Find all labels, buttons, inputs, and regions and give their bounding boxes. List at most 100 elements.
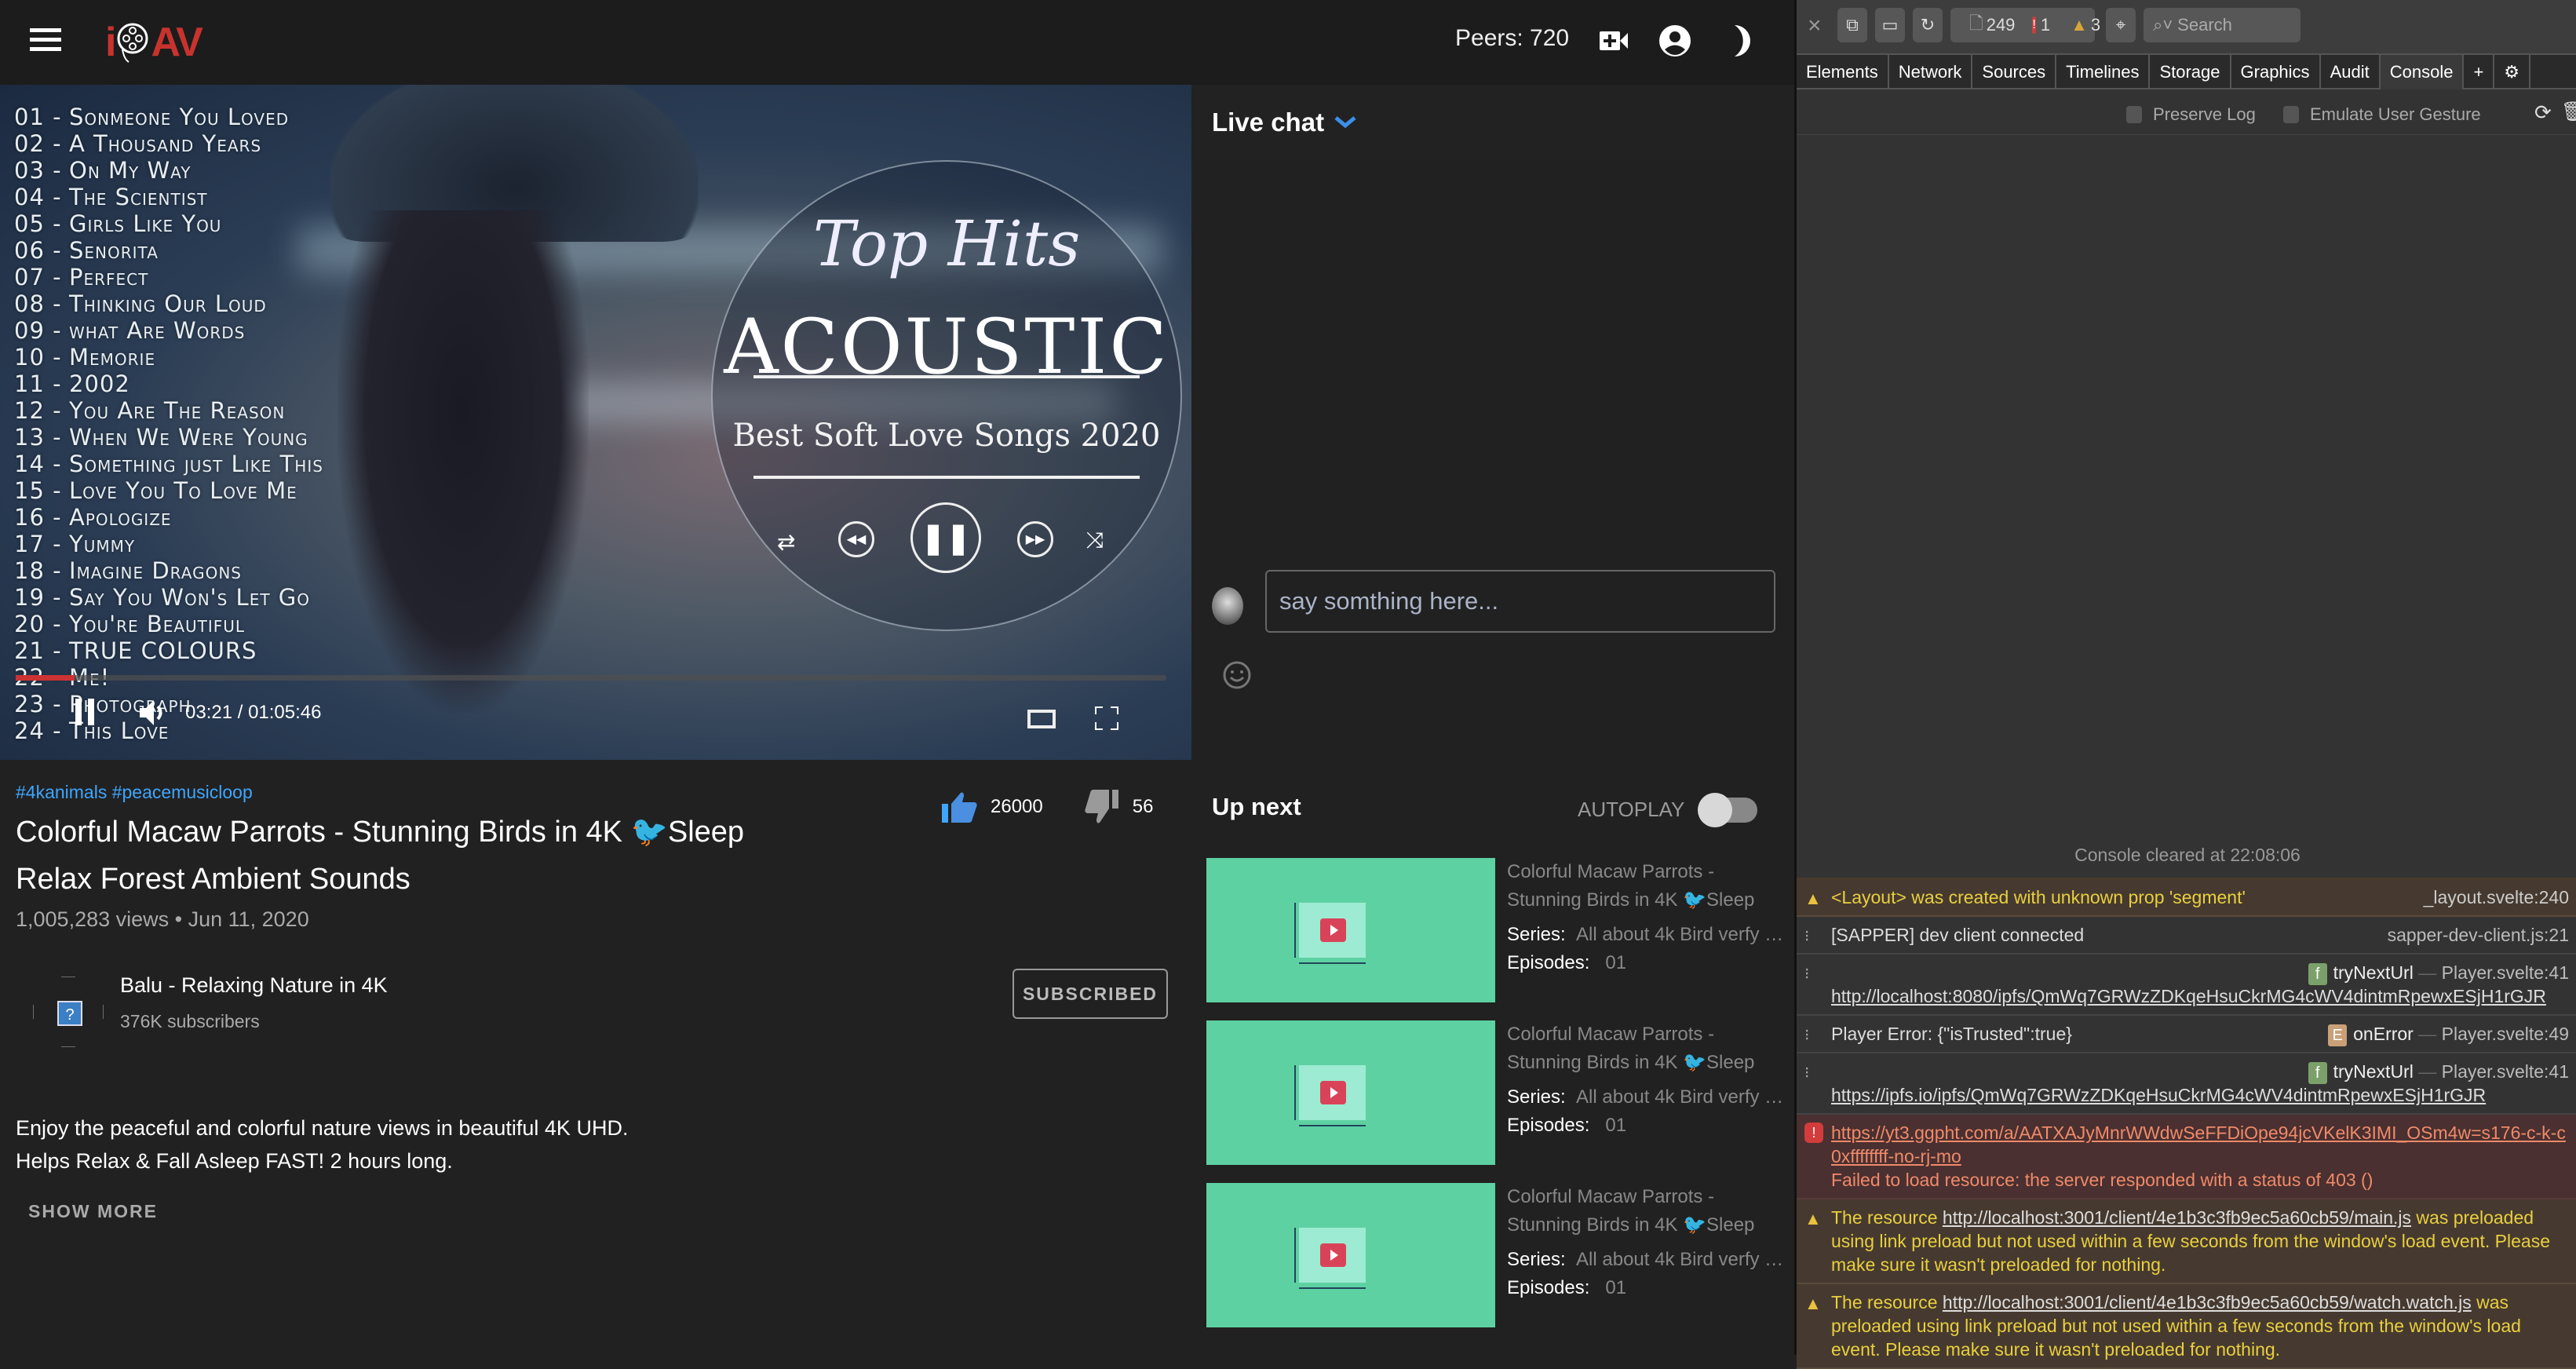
track-number: 17 -	[14, 531, 62, 557]
message-link[interactable]: https://yt3.ggpht.com/a/AATXAJyMnrWWdwSe…	[1831, 1123, 2566, 1166]
track-number: 14 -	[14, 451, 62, 477]
devtools-tab-timelines[interactable]: Timelines	[2056, 55, 2151, 89]
message-link[interactable]: https://ipfs.io/ipfs/QmWq7GRWzZDKqeHsuCk…	[1831, 1085, 2486, 1105]
close-devtools-icon[interactable]: ×	[1808, 13, 1822, 39]
emoji-icon[interactable]	[1222, 660, 1252, 690]
up-next-card[interactable]: Colorful Macaw Parrots - Stunning Birds …	[1206, 858, 1787, 1002]
series-value: All about 4k Bird verfy long series name	[1576, 924, 1787, 945]
track-row: 21 - TRUE COLOURS	[14, 637, 323, 664]
video-views-date: 1,005,283 views • Jun 11, 2020	[16, 907, 309, 931]
video-progress-bar[interactable]	[16, 675, 1166, 681]
app: i AV Peers: 720 01 - Sonmeone You Loved …	[0, 0, 1794, 1355]
add-tab-plus-icon[interactable]: +	[2464, 55, 2495, 89]
track-row: 10 - Memorie	[14, 344, 323, 371]
repeat-icon: ⇄	[777, 530, 796, 554]
menu-icon[interactable]	[30, 28, 61, 52]
series-label: Series:	[1507, 1249, 1566, 1270]
up-next-title-text[interactable]: Colorful Macaw Parrots - Stunning Birds …	[1507, 1183, 1787, 1246]
pause-icon[interactable]	[75, 699, 96, 725]
devtools-tab-audit[interactable]: Audit	[2321, 55, 2381, 89]
chat-message-input[interactable]	[1265, 570, 1775, 633]
track-row: 09 - what Are Words	[14, 317, 323, 344]
video-title: Colorful Macaw Parrots - Stunning Birds …	[16, 816, 745, 896]
show-more-button[interactable]: SHOW MORE	[28, 1201, 158, 1222]
logo-text-av: AV	[151, 20, 203, 65]
settings-gear-icon[interactable]: ⚙	[2494, 55, 2531, 89]
message-link[interactable]: http://localhost:8080/ipfs/QmWq7GRWzZDKq…	[1831, 986, 2546, 1006]
film-reel-icon	[117, 23, 148, 63]
console-message-warning: ▲ The resource http://localhost:3001/clie…	[1797, 1284, 2576, 1369]
channel-name[interactable]: Balu - Relaxing Nature in 4K	[120, 973, 388, 998]
devtools-tab-elements[interactable]: Elements	[1797, 55, 1889, 89]
play-icon	[1320, 1243, 1346, 1267]
autoplay-toggle[interactable]	[1698, 793, 1757, 827]
thumbs-down-icon[interactable]	[1084, 790, 1120, 824]
account-circle-icon[interactable]	[1658, 24, 1692, 58]
track-title: When We Were Young	[69, 424, 308, 451]
track-number: 06 -	[14, 237, 62, 264]
track-number: 19 -	[14, 584, 62, 611]
shuffle-icon: ⤨	[1086, 528, 1104, 552]
chevron-down-icon[interactable]	[1334, 115, 1357, 130]
source-location[interactable]: sapper-dev-client.js:21	[2388, 925, 2569, 945]
video-player[interactable]: 01 - Sonmeone You Loved 02 - A Thousand Yea…	[0, 85, 1191, 760]
track-title: what Are Words	[69, 317, 246, 344]
track-title: Girls Like You	[69, 210, 222, 237]
emulate-gesture-checkbox[interactable]: Emulate User Gesture	[2283, 104, 2481, 125]
logo-text-i: i	[105, 20, 117, 65]
devtools-tab-sources[interactable]: Sources	[1972, 55, 2057, 89]
source-location[interactable]: Player.svelte:41	[2442, 962, 2569, 983]
inspect-target-icon[interactable]: ⌖	[2106, 8, 2136, 42]
channel-avatar[interactable]: ?	[33, 977, 104, 1047]
theater-mode-icon[interactable]	[1027, 710, 1056, 728]
thumbs-up-icon[interactable]	[942, 791, 978, 823]
series-value: All about 4k Bird verfy long series name	[1576, 1086, 1787, 1108]
chat-input-row	[1193, 570, 1794, 633]
message-prefix: The resource	[1831, 1207, 1943, 1228]
up-next-card[interactable]: Colorful Macaw Parrots - Stunning Birds …	[1206, 1020, 1787, 1165]
detach-window-icon[interactable]: ⧉	[1837, 8, 1867, 42]
devtools-tab-storage[interactable]: Storage	[2150, 55, 2231, 89]
devtools-tab-graphics[interactable]: Graphics	[2231, 55, 2321, 89]
svg-text:?: ?	[65, 1006, 74, 1024]
rewind-icon: ◀◀	[838, 521, 874, 557]
devtools-search-field[interactable]: ⌕˅ Search	[2144, 8, 2301, 42]
up-next-card[interactable]: Colorful Macaw Parrots - Stunning Birds …	[1206, 1183, 1787, 1327]
source-location[interactable]: Player.svelte:49	[2442, 1024, 2569, 1044]
status-counters[interactable]: 🗋 249 ! 1 ▲ 3	[1950, 8, 2100, 42]
track-title: Something just Like This	[69, 451, 323, 477]
up-next-title-text[interactable]: Colorful Macaw Parrots - Stunning Birds …	[1507, 858, 1787, 921]
track-row: 18 - Imagine Dragons	[14, 557, 323, 584]
console-message-log: ⁝ EonError — Player.svelte:49 Player Error…	[1797, 1016, 2576, 1053]
live-chat-header[interactable]: Live chat	[1193, 85, 1794, 160]
warning-count: 3	[2090, 15, 2101, 35]
message-link[interactable]: http://localhost:3001/client/4e1b3c3fb9e…	[1943, 1292, 2472, 1312]
volume-icon[interactable]	[138, 699, 170, 727]
add-video-icon[interactable]	[1596, 24, 1631, 58]
source-location[interactable]: _layout.svelte:240	[2424, 887, 2569, 907]
preserve-log-checkbox[interactable]: Preserve Log	[2126, 104, 2256, 125]
refresh-icon[interactable]: ⟳	[2534, 100, 2552, 125]
fullscreen-icon[interactable]	[1095, 706, 1118, 730]
likes-count: 26000	[991, 796, 1043, 817]
dock-bottom-icon[interactable]: ▭	[1875, 8, 1905, 42]
search-placeholder: Search	[2177, 15, 2232, 35]
subscribe-button[interactable]: SUBSCRIBED	[1013, 969, 1168, 1019]
up-next-title-text[interactable]: Colorful Macaw Parrots - Stunning Birds …	[1507, 1020, 1787, 1083]
description-line: Helps Relax & Fall Asleep FAST! 2 hours …	[16, 1149, 453, 1173]
reload-icon[interactable]: ↻	[1913, 8, 1943, 42]
up-next-thumbnail[interactable]	[1206, 858, 1495, 1002]
logo[interactable]: i AV	[105, 19, 203, 66]
up-next-thumbnail[interactable]	[1206, 1020, 1495, 1165]
dark-mode-moon-icon[interactable]	[1724, 24, 1758, 58]
devtools-tab-network[interactable]: Network	[1889, 55, 1973, 89]
track-title: Senorita	[69, 237, 159, 264]
message-link[interactable]: http://localhost:3001/client/4e1b3c3fb9e…	[1943, 1207, 2411, 1228]
devtools-tab-console[interactable]: Console	[2380, 55, 2465, 89]
source-location[interactable]: Player.svelte:41	[2442, 1061, 2569, 1082]
track-number: 13 -	[14, 424, 62, 451]
episodes-value: 01	[1605, 952, 1627, 973]
track-row: 06 - Senorita	[14, 237, 323, 264]
up-next-thumbnail[interactable]	[1206, 1183, 1495, 1327]
clear-console-trash-icon[interactable]: 🗑	[2561, 100, 2576, 123]
